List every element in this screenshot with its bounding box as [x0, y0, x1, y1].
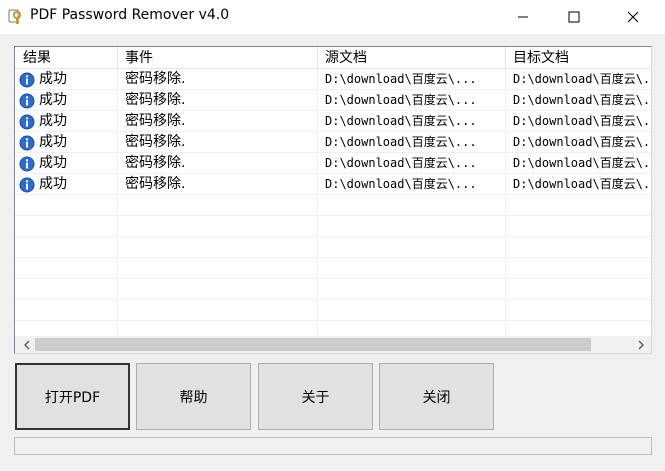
target-cell: D:\download\百度云\... — [513, 114, 652, 128]
target-cell: D:\download\百度云\... — [513, 135, 652, 149]
column-header-source[interactable]: 源文档 — [317, 47, 505, 69]
title-bar: PDF Password Remover v4.0 — [0, 0, 665, 34]
info-icon — [19, 93, 35, 109]
close-icon — [627, 11, 639, 23]
column-header-target[interactable]: 目标文档 — [505, 47, 651, 69]
result-cell: 成功 — [39, 176, 67, 192]
info-icon — [19, 114, 35, 130]
event-cell: 密码移除. — [125, 71, 186, 87]
key-icon — [8, 9, 22, 24]
result-cell: 成功 — [39, 134, 67, 150]
result-cell: 成功 — [39, 155, 67, 171]
grid-line — [15, 278, 651, 279]
source-cell: D:\download\百度云\... — [325, 72, 477, 86]
about-button[interactable]: 关于 — [258, 363, 373, 430]
maximize-button[interactable] — [551, 0, 597, 34]
chevron-left-icon — [23, 339, 30, 350]
grid-line — [15, 215, 651, 216]
target-cell: D:\download\百度云\... — [513, 156, 652, 170]
close-button[interactable]: 关闭 — [379, 363, 494, 430]
source-cell: D:\download\百度云\... — [325, 135, 477, 149]
target-cell: D:\download\百度云\... — [513, 93, 652, 107]
grid-line — [15, 320, 651, 321]
source-cell: D:\download\百度云\... — [325, 93, 477, 107]
column-header-result[interactable]: 结果 — [15, 47, 117, 69]
chevron-right-icon — [637, 339, 644, 350]
source-cell: D:\download\百度云\... — [325, 114, 477, 128]
event-cell: 密码移除. — [125, 113, 186, 129]
list-body: 成功 密码移除. D:\download\百度云\... D:\download… — [15, 69, 652, 337]
scroll-left-button[interactable] — [18, 336, 35, 353]
table-row[interactable]: 成功 密码移除. D:\download\百度云\... D:\download… — [15, 69, 652, 90]
status-bar — [14, 437, 652, 455]
info-icon — [19, 177, 35, 193]
result-cell: 成功 — [39, 113, 67, 129]
event-cell: 密码移除. — [125, 176, 186, 192]
column-header-event[interactable]: 事件 — [117, 47, 317, 69]
window-title: PDF Password Remover v4.0 — [30, 7, 230, 23]
table-row[interactable]: 成功 密码移除. D:\download\百度云\... D:\download… — [15, 90, 652, 111]
event-cell: 密码移除. — [125, 155, 186, 171]
target-cell: D:\download\百度云\... — [513, 72, 652, 86]
info-icon — [19, 156, 35, 172]
help-button[interactable]: 帮助 — [136, 363, 251, 430]
grid-line — [15, 257, 651, 258]
event-cell: 密码移除. — [125, 92, 186, 108]
table-row[interactable]: 成功 密码移除. D:\download\百度云\... D:\download… — [15, 132, 652, 153]
table-row[interactable]: 成功 密码移除. D:\download\百度云\... D:\download… — [15, 153, 652, 174]
scroll-right-button[interactable] — [632, 336, 649, 353]
table-row[interactable]: 成功 密码移除. D:\download\百度云\... D:\download… — [15, 111, 652, 132]
open-pdf-button[interactable]: 打开PDF — [15, 363, 130, 430]
source-cell: D:\download\百度云\... — [325, 156, 477, 170]
target-cell: D:\download\百度云\... — [513, 177, 652, 191]
info-icon — [19, 72, 35, 88]
result-cell: 成功 — [39, 92, 67, 108]
grid-line — [15, 236, 651, 237]
result-cell: 成功 — [39, 71, 67, 87]
scrollbar-thumb[interactable] — [35, 338, 591, 351]
list-header: 结果 事件 源文档 目标文档 — [15, 47, 651, 69]
app-window: PDF Password Remover v4.0 结果 事件 源文档 目标文档… — [0, 0, 665, 471]
source-cell: D:\download\百度云\... — [325, 177, 477, 191]
table-row[interactable]: 成功 密码移除. D:\download\百度云\... D:\download… — [15, 174, 652, 195]
minimize-icon — [518, 16, 528, 18]
horizontal-scrollbar[interactable] — [15, 336, 651, 353]
results-list[interactable]: 结果 事件 源文档 目标文档 成功 密码移除. D:\download\百度云\… — [14, 46, 652, 354]
close-window-button[interactable] — [610, 0, 656, 34]
grid-line — [15, 299, 651, 300]
info-icon — [19, 135, 35, 151]
event-cell: 密码移除. — [125, 134, 186, 150]
maximize-icon — [568, 11, 580, 23]
minimize-button[interactable] — [500, 0, 546, 34]
